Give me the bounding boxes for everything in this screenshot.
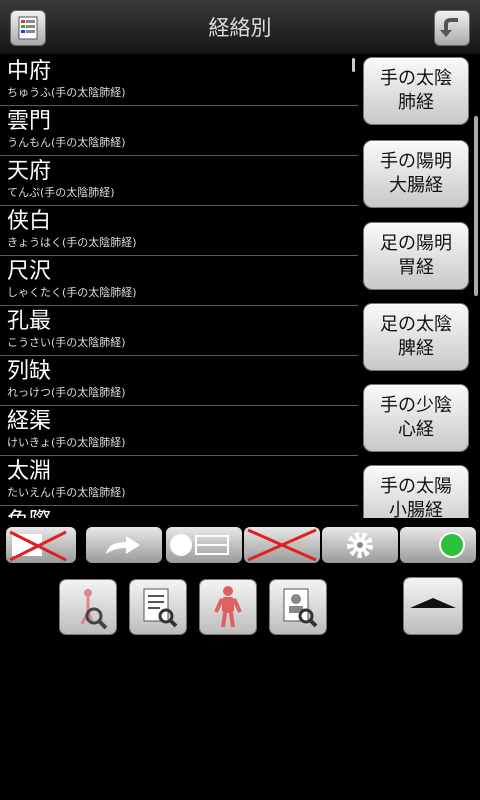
redo-button[interactable] xyxy=(86,526,162,564)
slider-toggle-icon xyxy=(170,534,229,556)
point-reading: ちゅうふ(手の太陰肺経) xyxy=(7,86,126,99)
profile-search-button[interactable] xyxy=(270,580,326,634)
meridian-button[interactable]: 手の太陰 肺経 xyxy=(364,58,468,124)
list-item[interactable]: 中府 ちゅうふ(手の太陰肺経) xyxy=(0,56,358,106)
point-name: 天府 xyxy=(7,159,52,184)
back-button[interactable] xyxy=(434,10,470,46)
redo-arrow-icon xyxy=(106,536,140,554)
disabled-button[interactable] xyxy=(244,526,320,564)
meridian-scrollbar[interactable] xyxy=(474,116,478,296)
profile-search-icon xyxy=(283,588,318,628)
point-name: 侠白 xyxy=(7,209,52,234)
point-name: 太淵 xyxy=(7,459,52,484)
meridian-label: 手の少陰 心経 xyxy=(380,395,452,440)
list-item[interactable]: 経渠 けいきょ(手の太陰肺経) xyxy=(0,406,358,456)
toolbar xyxy=(0,520,480,570)
point-name: 列缺 xyxy=(7,359,52,384)
list-item[interactable]: 列缺 れっけつ(手の太陰肺経) xyxy=(0,356,358,406)
meridian-button[interactable]: 手の太陽 小腸経 xyxy=(364,466,468,518)
list-item[interactable]: 魚際 xyxy=(0,506,358,518)
point-reading: けいきょ(手の太陰肺経) xyxy=(7,436,126,449)
meridian-button[interactable]: 手の少陰 心経 xyxy=(364,385,468,451)
body-point-button[interactable] xyxy=(200,580,256,634)
point-name: 尺沢 xyxy=(7,259,52,284)
point-reading: しゃくたく(手の太陰肺経) xyxy=(7,286,137,299)
display-toggle-button[interactable] xyxy=(6,526,82,564)
point-name: 魚際 xyxy=(7,506,358,518)
settings-button[interactable] xyxy=(322,526,398,564)
meridian-button[interactable]: 手の陽明 大腸経 xyxy=(364,141,468,207)
meridian-label: 手の太陽 小腸経 xyxy=(380,476,452,518)
point-name: 中府 xyxy=(7,59,52,84)
point-reading: れっけつ(手の太陰肺経) xyxy=(7,386,126,399)
meridian-button[interactable]: 足の陽明 胃経 xyxy=(364,223,468,289)
meridian-label: 手の太陰 肺経 xyxy=(380,68,452,113)
point-reading: うんもん(手の太陰肺経) xyxy=(7,136,126,149)
list-item[interactable]: 侠白 きょうはく(手の太陰肺経) xyxy=(0,206,358,256)
list-item[interactable]: 尺沢 しゃくたく(手の太陰肺経) xyxy=(0,256,358,306)
point-reading: こうさい(手の太陰肺経) xyxy=(7,336,126,349)
disabled-display-icon xyxy=(9,530,67,562)
point-name: 経渠 xyxy=(7,409,52,434)
point-reading: きょうはく(手の太陰肺経) xyxy=(7,236,137,249)
gear-icon xyxy=(347,532,373,558)
point-reading: たいえん(手の太陰肺経) xyxy=(7,486,126,499)
status-indicator-icon xyxy=(439,532,465,558)
list-item[interactable]: 天府 てんぷ(手の太陰肺経) xyxy=(0,156,358,206)
page-title: 経絡別 xyxy=(208,16,272,40)
body-point-icon xyxy=(214,586,242,628)
acupoint-list[interactable]: 中府 ちゅうふ(手の太陰肺経) 雲門 うんもん(手の太陰肺経) 天府 てんぷ(手… xyxy=(0,56,358,518)
scroll-top-icon xyxy=(410,598,456,608)
disabled-icon xyxy=(247,528,317,562)
meridian-label: 足の陽明 胃経 xyxy=(380,233,452,278)
document-search-button[interactable] xyxy=(130,580,186,634)
undo-arrow-icon xyxy=(440,18,458,37)
meridian-label: 足の太陰 脾経 xyxy=(380,314,452,359)
meridian-button[interactable]: 足の太陰 脾経 xyxy=(364,304,468,370)
document-search-icon xyxy=(143,588,178,628)
list-item[interactable]: 雲門 うんもん(手の太陰肺経) xyxy=(0,106,358,156)
slider-toggle-button[interactable] xyxy=(166,526,242,564)
status-button[interactable] xyxy=(400,526,476,564)
list-item[interactable]: 孔最 こうさい(手の太陰肺経) xyxy=(0,306,358,356)
meridian-label: 手の陽明 大腸経 xyxy=(380,151,452,196)
person-search-button[interactable] xyxy=(60,580,116,634)
header-bar: 経絡別 xyxy=(0,0,480,54)
point-name: 孔最 xyxy=(7,309,52,334)
point-name: 雲門 xyxy=(7,109,52,134)
scroll-top-button[interactable] xyxy=(404,578,462,634)
list-scrollbar[interactable] xyxy=(352,58,355,72)
list-item[interactable]: 太淵 たいえん(手の太陰肺経) xyxy=(0,456,358,506)
point-reading: てんぷ(手の太陰肺経) xyxy=(7,186,115,199)
meridian-button-column: 手の太陰 肺経 手の陽明 大腸経 足の陽明 胃経 足の太陰 脾経 手の少陰 心経… xyxy=(358,56,480,518)
person-search-icon xyxy=(80,589,108,630)
